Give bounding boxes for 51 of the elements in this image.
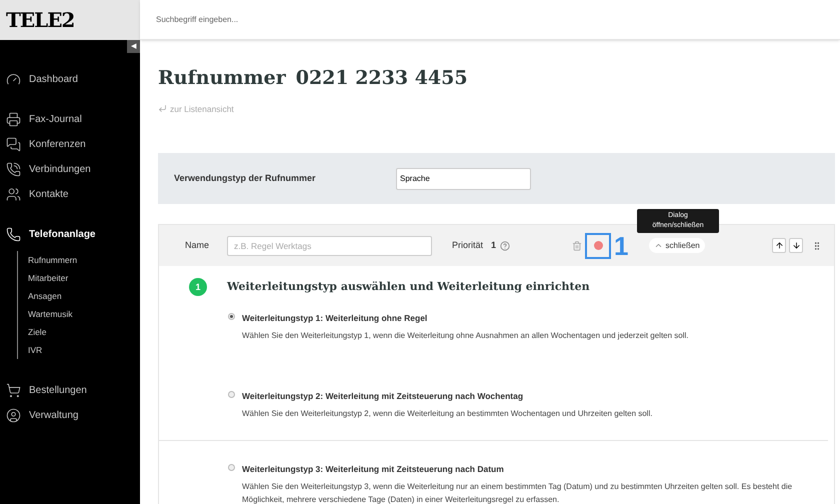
step-title: Weiterleitungstyp auswählen und Weiterleitung einrichten: [227, 279, 590, 295]
priority-label: Priorität: [452, 239, 484, 252]
option-title: Weiterleitungstyp 1: Weiterleitung ohne Regel: [242, 312, 428, 325]
nav-item[interactable]: Verbindungen: [0, 157, 140, 182]
nav-subitem[interactable]: Ansagen: [28, 287, 140, 305]
phone-icon: [6, 227, 21, 242]
nav-subitem[interactable]: IVR: [28, 341, 140, 359]
user-icon: [6, 408, 21, 423]
move-down-button[interactable]: [789, 238, 803, 254]
option-title: Weiterleitungstyp 3: Weiterleitung mit Zeitsteuerung nach Datum: [242, 462, 505, 476]
page-title: Rufnummer 0221 2233 4455: [158, 66, 469, 91]
nav-item[interactable]: Bestellungen: [0, 378, 140, 403]
drag-handle-icon[interactable]: [812, 240, 822, 251]
priority-value: 1: [491, 239, 496, 252]
phone-icon: [6, 162, 21, 177]
logo: TELE2: [6, 7, 74, 34]
arrow-up-icon: [774, 241, 784, 250]
nav-subitem[interactable]: Rufnummern: [28, 251, 140, 269]
name-field[interactable]: z.B. Regel Werktags: [227, 236, 432, 256]
annotation-number: 1: [614, 232, 628, 259]
help-icon[interactable]: [500, 240, 510, 251]
toggle-button[interactable]: schließen: [648, 238, 705, 254]
nav-item[interactable]: Fax-Journal: [0, 107, 140, 132]
nav-item[interactable]: Kontakte: [0, 182, 140, 207]
nav-item[interactable]: Konferenzen: [0, 132, 140, 157]
radio-button[interactable]: [228, 313, 235, 320]
option-description: Wählen Sie den Weiterleitungstyp 3, wenn die Weiterleitung nur an einem bestimmten Tag (Datum) und zu bestimmten Uhrzeiten gelten soll. Es besteht die Möglichkeit, mehrere verschiedene Tage (Daten) in einer Weiterleitungsregel zu erfassen.: [242, 480, 794, 504]
printer-icon: [6, 112, 21, 127]
usage-field[interactable]: Sprache: [396, 168, 531, 190]
users-icon: [6, 187, 21, 202]
radio-button[interactable]: [228, 391, 235, 398]
option-description: Wählen Sie den Weiterleitungstyp 2, wenn die Weiterleitung an bestimmten Wochentagen und Uhrzeiten gelten soll.: [242, 408, 652, 420]
gauge-icon: [6, 72, 21, 87]
name-label: Name: [185, 239, 210, 252]
nav-item[interactable]: Telefonanlage: [0, 222, 140, 247]
nav-item[interactable]: Verwaltung: [0, 403, 140, 428]
nav-item[interactable]: Dashboard: [0, 67, 140, 92]
cart-icon: [6, 383, 21, 398]
arrow-down-icon: [792, 241, 800, 250]
step-number: 1: [189, 278, 207, 296]
chat-icon: [6, 137, 21, 152]
nav-subitem[interactable]: Mitarbeiter: [28, 269, 140, 287]
option-description: Wählen Sie den Weiterleitungstyp 1, wenn die Weiterleitung ohne Ausnahmen an allen Wochentagen und jederzeit gelten soll.: [242, 330, 689, 342]
option-title: Weiterleitungstyp 2: Weiterleitung mit Zeitsteuerung nach Wochentag: [242, 390, 524, 403]
radio-button[interactable]: [228, 464, 235, 471]
search-field[interactable]: Suchbegriff eingeben...: [156, 14, 456, 26]
return-arrow-icon: [158, 104, 167, 114]
nav-subitem[interactable]: Ziele: [28, 323, 140, 341]
nav-subitem[interactable]: Wartemusik: [28, 305, 140, 323]
move-up-button[interactable]: [772, 238, 786, 254]
usage-label: Verwendungstyp der Rufnummer: [174, 172, 317, 185]
